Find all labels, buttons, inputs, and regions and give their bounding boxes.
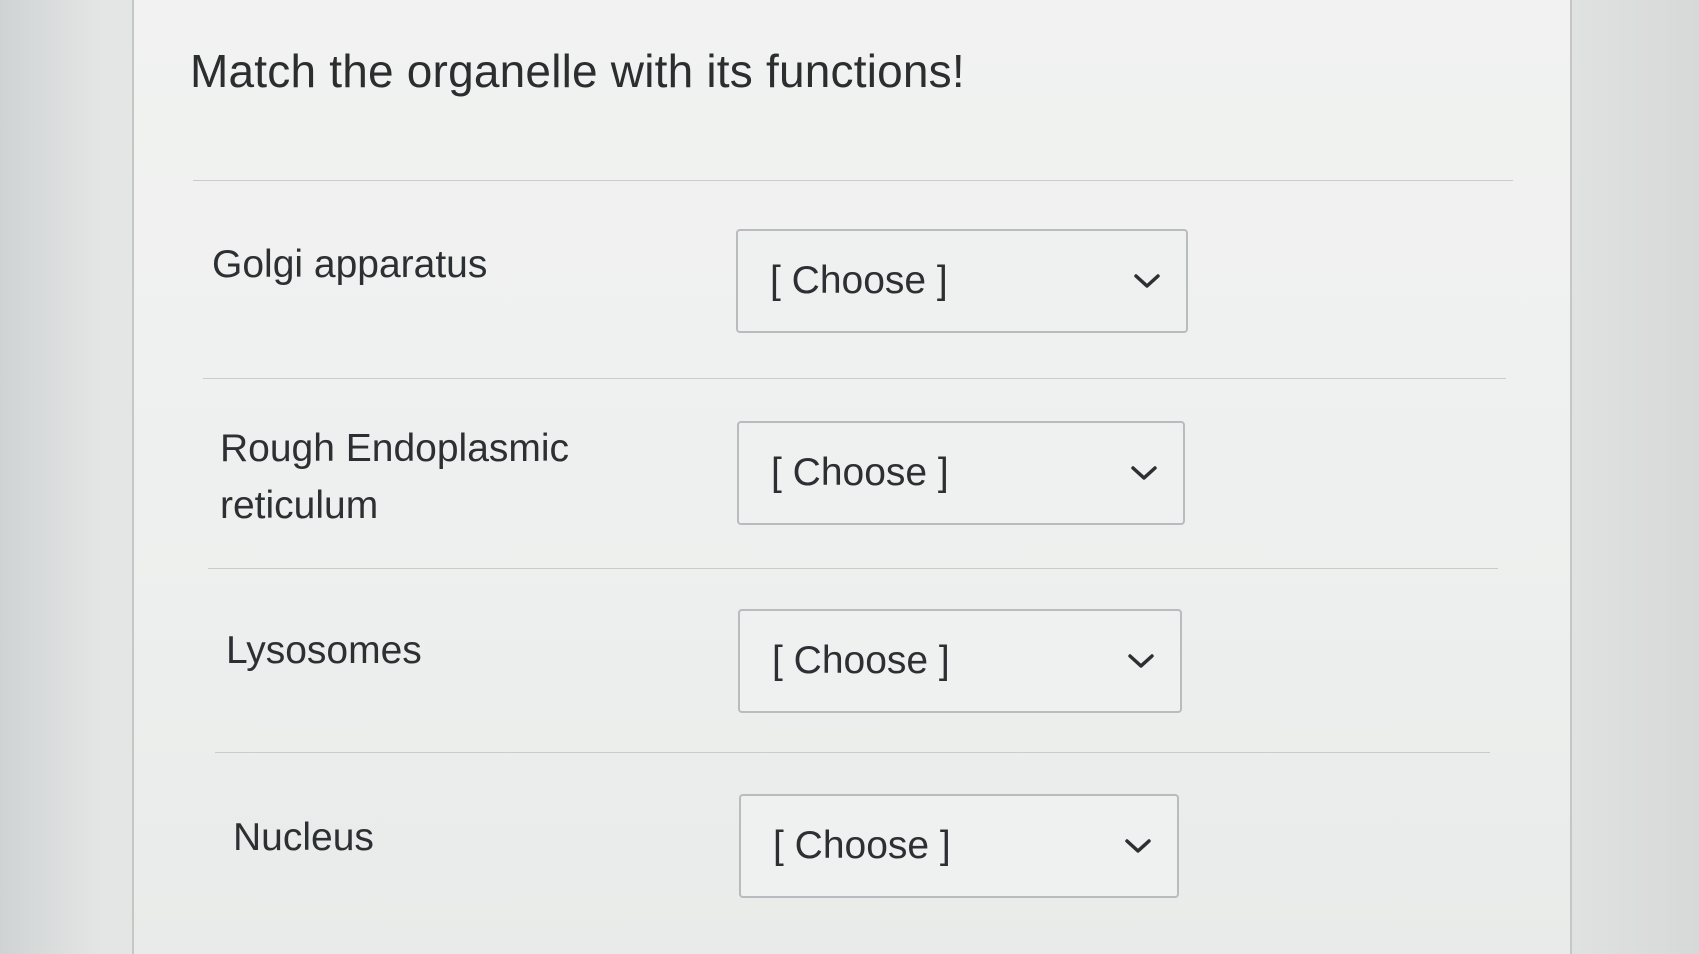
match-select-rough-er[interactable]: [ Choose ]: [737, 421, 1185, 525]
match-select-golgi[interactable]: [ Choose ]: [736, 229, 1188, 333]
select-value: [ Choose ]: [773, 824, 951, 867]
match-label-lysosomes: Lysosomes: [226, 629, 422, 672]
title-divider: [193, 180, 1513, 181]
match-label-rough-er: Rough Endoplasmic reticulum: [220, 427, 570, 527]
select-value: [ Choose ]: [770, 259, 948, 302]
select-value: [ Choose ]: [772, 639, 950, 682]
row-divider: [208, 568, 1498, 569]
row-divider: [215, 752, 1490, 753]
chevron-down-icon: [1128, 654, 1154, 668]
chevron-down-icon: [1134, 274, 1160, 288]
match-select-lysosomes[interactable]: [ Choose ]: [738, 609, 1182, 713]
match-select-nucleus[interactable]: [ Choose ]: [739, 794, 1179, 898]
chevron-down-icon: [1131, 466, 1157, 480]
match-label-nucleus: Nucleus: [233, 816, 374, 859]
chevron-down-icon: [1125, 839, 1151, 853]
row-divider: [203, 378, 1506, 379]
match-label-golgi: Golgi apparatus: [212, 243, 488, 286]
question-title: Match the organelle with its functions!: [190, 45, 965, 97]
select-value: [ Choose ]: [771, 451, 949, 494]
